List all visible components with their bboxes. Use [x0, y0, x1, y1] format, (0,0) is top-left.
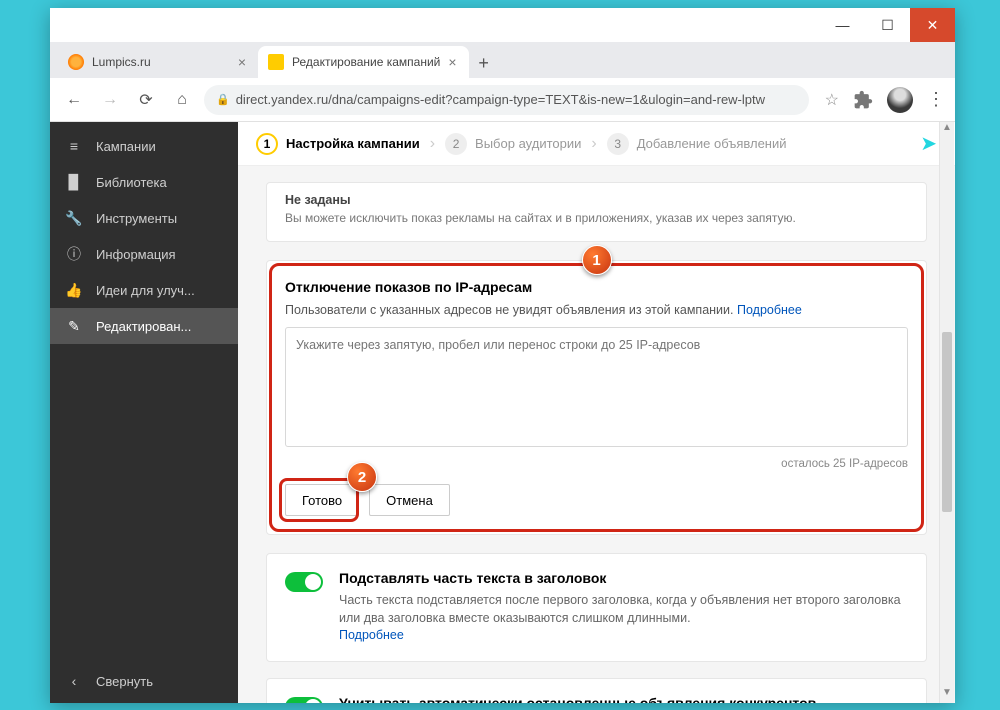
toggle-switch[interactable]: [285, 697, 323, 704]
address-bar[interactable]: 🔒 direct.yandex.ru/dna/campaigns-edit?ca…: [204, 85, 809, 115]
prev-title: Не заданы: [285, 193, 908, 207]
chevron-right-icon: ›: [430, 135, 435, 153]
browser-tabs: Lumpics.ru × Редактирование кампаний × +: [50, 42, 955, 78]
ip-block-desc: Пользователи с указанных адресов не увид…: [285, 303, 908, 317]
close-button[interactable]: ✕: [910, 8, 955, 42]
steps-bar: 1Настройка кампании › 2Выбор аудитории ›…: [238, 122, 955, 166]
toggle-desc: Часть текста подставляется после первого…: [339, 592, 908, 645]
tab-lumpics[interactable]: Lumpics.ru ×: [58, 46, 258, 78]
send-icon[interactable]: ➤: [920, 131, 937, 156]
maximize-button[interactable]: ☐: [865, 8, 910, 42]
favicon-icon: [68, 54, 84, 70]
sidebar-item-label: Информация: [96, 247, 176, 262]
toggle-competitor-ads: Учитывать автоматически остановленные об…: [266, 678, 927, 704]
prev-section-card: Не заданы Вы можете исключить показ рекл…: [266, 182, 927, 242]
forward-button[interactable]: →: [96, 86, 124, 114]
more-link[interactable]: Подробнее: [339, 628, 404, 642]
step-1[interactable]: 1Настройка кампании: [256, 133, 420, 155]
toggle-title: Подставлять часть текста в заголовок: [339, 570, 908, 586]
address-row: ← → ⟳ ⌂ 🔒 direct.yandex.ru/dna/campaigns…: [50, 78, 955, 122]
sidebar-item-campaigns[interactable]: ≡ Кампании: [50, 128, 238, 164]
remain-label: осталось 25 IP-адресов: [285, 458, 908, 470]
extension-icon[interactable]: [853, 90, 873, 110]
ip-textarea[interactable]: [285, 327, 908, 447]
window-titlebar: — ☐ ✕: [50, 8, 955, 42]
minimize-button[interactable]: —: [820, 8, 865, 42]
thumbs-up-icon: 👍: [66, 282, 82, 298]
sidebar-item-label: Библиотека: [96, 175, 167, 190]
home-button[interactable]: ⌂: [168, 86, 196, 114]
step-2[interactable]: 2Выбор аудитории: [445, 133, 581, 155]
tab-editing[interactable]: Редактирование кампаний ×: [258, 46, 469, 78]
scrollbar-thumb[interactable]: [942, 332, 952, 512]
menu-icon[interactable]: ⋮: [927, 89, 945, 110]
tab-title: Lumpics.ru: [92, 55, 151, 69]
prev-desc: Вы можете исключить показ рекламы на сай…: [285, 211, 908, 225]
scrollbar[interactable]: ▲ ▼: [939, 122, 954, 703]
sidebar-item-label: Инструменты: [96, 211, 177, 226]
reload-button[interactable]: ⟳: [132, 86, 160, 114]
sidebar-item-info[interactable]: ⓘ Информация: [50, 236, 238, 272]
step-3[interactable]: 3Добавление объявлений: [607, 133, 787, 155]
sidebar-item-tools[interactable]: 🔧 Инструменты: [50, 200, 238, 236]
close-tab-icon[interactable]: ×: [448, 54, 456, 70]
chevron-left-icon: ‹: [66, 673, 82, 689]
ip-block-card: Отключение показов по IP-адресам Пользов…: [266, 260, 927, 535]
cancel-button[interactable]: Отмена: [369, 484, 450, 516]
sidebar-item-library[interactable]: ▉ Библиотека: [50, 164, 238, 200]
library-icon: ▉: [66, 174, 82, 190]
toggle-switch[interactable]: [285, 572, 323, 592]
pencil-icon: ✎: [66, 318, 82, 334]
wrench-icon: 🔧: [66, 210, 82, 226]
callout-badge-1: 1: [582, 245, 612, 275]
sidebar-item-label: Редактирован...: [96, 319, 191, 334]
lock-icon: 🔒: [216, 93, 230, 106]
callout-badge-2: 2: [347, 462, 377, 492]
scroll-up-icon[interactable]: ▲: [940, 122, 954, 138]
ip-block-title: Отключение показов по IP-адресам: [285, 279, 908, 295]
main-area: 1Настройка кампании › 2Выбор аудитории ›…: [238, 122, 955, 703]
chevron-right-icon: ›: [591, 135, 596, 153]
done-button[interactable]: Готово: [285, 484, 359, 516]
new-tab-button[interactable]: +: [469, 48, 499, 78]
more-link[interactable]: Подробнее: [737, 303, 802, 317]
sidebar: ≡ Кампании ▉ Библиотека 🔧 Инструменты ⓘ Инфо…: [50, 122, 238, 703]
toggle-title: Учитывать автоматически остановленные об…: [339, 695, 816, 704]
back-button[interactable]: ←: [60, 86, 88, 114]
collapse-label: Свернуть: [96, 674, 153, 689]
favicon-icon: [268, 54, 284, 70]
close-tab-icon[interactable]: ×: [238, 54, 246, 70]
menu-icon: ≡: [66, 138, 82, 154]
tab-title: Редактирование кампаний: [292, 55, 440, 69]
toggle-substitute-text: Подставлять часть текста в заголовок Час…: [266, 553, 927, 662]
info-icon: ⓘ: [66, 246, 82, 262]
url-text: direct.yandex.ru/dna/campaigns-edit?camp…: [236, 92, 765, 107]
sidebar-item-ideas[interactable]: 👍 Идеи для улуч...: [50, 272, 238, 308]
avatar[interactable]: [887, 87, 913, 113]
bookmark-icon[interactable]: ☆: [825, 90, 839, 110]
scroll-down-icon[interactable]: ▼: [940, 687, 954, 703]
sidebar-collapse[interactable]: ‹ Свернуть: [50, 659, 238, 703]
sidebar-item-label: Кампании: [96, 139, 156, 154]
sidebar-item-label: Идеи для улуч...: [96, 283, 195, 298]
sidebar-item-editing[interactable]: ✎ Редактирован...: [50, 308, 238, 344]
